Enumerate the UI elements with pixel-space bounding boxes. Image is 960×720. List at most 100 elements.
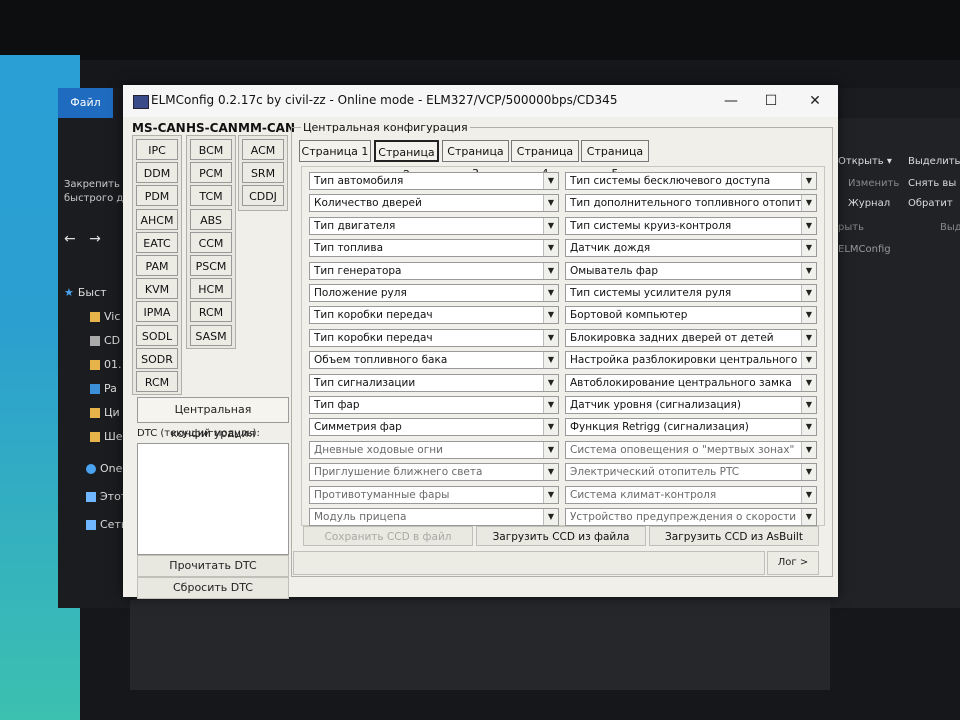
config-select[interactable]: Автоблокирование центрального замка ▼ <box>565 373 817 392</box>
config-select[interactable]: Датчик дождя ▼ <box>565 239 817 258</box>
module-button-kvm[interactable]: KVM <box>136 278 178 300</box>
config-select[interactable]: Настройка разблокировки центрального зам… <box>565 351 817 370</box>
config-select[interactable]: Объем топливного бака ▼ <box>309 351 559 370</box>
load-ccd-asbuilt-button[interactable]: Загрузить CCD из AsBuilt <box>649 526 819 546</box>
config-select[interactable]: Приглушение ближнего света ▼ <box>309 463 559 482</box>
config-select[interactable]: Тип коробки передач ▼ <box>309 328 559 347</box>
tab-page-3[interactable]: Страница 3 <box>442 140 509 180</box>
config-select[interactable]: Положение руля ▼ <box>309 284 559 302</box>
module-button-ccm[interactable]: CCM <box>190 231 232 253</box>
chevron-down-icon[interactable]: ▼ <box>543 307 558 324</box>
config-select[interactable]: Функция Retrigg (сигнализация) ▼ <box>565 418 817 437</box>
load-ccd-file-button[interactable]: Загрузить CCD из файла <box>476 526 646 546</box>
chevron-down-icon[interactable]: ▼ <box>801 285 816 301</box>
config-select[interactable]: Тип дополнительного топливного отопителя… <box>565 194 817 213</box>
explorer-file-tab[interactable]: Файл <box>58 88 113 118</box>
module-button-eatc[interactable]: EATC <box>136 231 178 253</box>
config-select[interactable]: Количество дверей ▼ <box>309 194 559 213</box>
module-button-rcm[interactable]: RCM <box>136 371 178 392</box>
module-button-bcm[interactable]: BCM <box>190 139 232 160</box>
module-button-ipma[interactable]: IPMA <box>136 301 178 323</box>
chevron-down-icon[interactable]: ▼ <box>543 195 558 212</box>
module-button-pam[interactable]: PAM <box>136 255 178 276</box>
config-select[interactable]: Тип автомобиля ▼ <box>309 172 559 190</box>
module-button-sodr[interactable]: SODR <box>136 347 178 369</box>
config-select[interactable]: Устройство предупреждения о скорости ▼ <box>565 508 817 526</box>
module-button-pcm[interactable]: PCM <box>190 162 232 184</box>
close-button[interactable]: ✕ <box>795 89 835 113</box>
tab-page-2[interactable]: Страница 2 <box>374 140 439 181</box>
maximize-button[interactable]: ☐ <box>751 89 791 113</box>
config-select[interactable]: Симметрия фар ▼ <box>309 418 559 437</box>
chevron-down-icon[interactable]: ▼ <box>543 441 558 458</box>
edit-button[interactable]: Изменить <box>848 178 899 189</box>
config-select[interactable]: Противотуманные фары ▼ <box>309 485 559 504</box>
module-button-abs[interactable]: ABS <box>190 208 232 230</box>
tab-page-5[interactable]: Страница 5 <box>581 140 649 180</box>
config-select[interactable]: Система оповещения о "мертвых зонах" ▼ <box>565 440 817 459</box>
module-button-tcm[interactable]: TCM <box>190 185 232 207</box>
config-select[interactable]: Тип двигателя ▼ <box>309 216 559 235</box>
chevron-down-icon[interactable]: ▼ <box>801 173 816 189</box>
chevron-down-icon[interactable]: ▼ <box>543 486 558 503</box>
config-select[interactable]: Омыватель фар ▼ <box>565 261 817 280</box>
chevron-down-icon[interactable]: ▼ <box>543 464 558 481</box>
config-select[interactable]: Дневные ходовые огни ▼ <box>309 440 559 459</box>
minimize-button[interactable]: — <box>711 89 751 113</box>
invert-selection-button[interactable]: Обратит <box>908 198 953 209</box>
chevron-down-icon[interactable]: ▼ <box>543 285 558 301</box>
chevron-down-icon[interactable]: ▼ <box>543 352 558 369</box>
tab-page-4[interactable]: Страница 4 <box>511 140 579 180</box>
clear-dtc-button[interactable]: Сбросить DTC <box>137 577 289 599</box>
tab-page-1[interactable]: Страница 1 <box>299 140 371 162</box>
chevron-down-icon[interactable]: ▼ <box>801 397 816 413</box>
read-dtc-button[interactable]: Прочитать DTC <box>137 555 289 577</box>
module-button-pdm[interactable]: PDM <box>136 185 178 207</box>
config-select[interactable]: Блокировка задних дверей от детей ▼ <box>565 328 817 347</box>
chevron-down-icon[interactable]: ▼ <box>801 217 816 234</box>
module-button-ipc[interactable]: IPC <box>136 139 178 160</box>
chevron-down-icon[interactable]: ▼ <box>543 240 558 257</box>
chevron-down-icon[interactable]: ▼ <box>543 509 558 525</box>
chevron-down-icon[interactable]: ▼ <box>801 262 816 279</box>
config-select[interactable]: Тип фар ▼ <box>309 396 559 414</box>
config-select[interactable]: Тип топлива ▼ <box>309 239 559 258</box>
module-button-sodl[interactable]: SODL <box>136 324 178 346</box>
chevron-down-icon[interactable]: ▼ <box>543 173 558 189</box>
chevron-down-icon[interactable]: ▼ <box>543 329 558 346</box>
config-select[interactable]: Бортовой компьютер ▼ <box>565 306 817 325</box>
module-button-ddm[interactable]: DDM <box>136 162 178 184</box>
config-select[interactable]: Электрический отопитель PTC ▼ <box>565 463 817 482</box>
module-button-sasm[interactable]: SASM <box>190 324 232 346</box>
chevron-down-icon[interactable]: ▼ <box>801 195 816 212</box>
chevron-down-icon[interactable]: ▼ <box>801 374 816 391</box>
log-button[interactable]: Лог > <box>767 551 819 575</box>
history-button[interactable]: Журнал <box>848 198 890 209</box>
module-button-acm[interactable]: ACM <box>242 139 284 160</box>
chevron-down-icon[interactable]: ▼ <box>801 419 816 436</box>
chevron-down-icon[interactable]: ▼ <box>801 486 816 503</box>
chevron-down-icon[interactable]: ▼ <box>801 240 816 257</box>
select-all-button[interactable]: Выделить <box>908 156 960 167</box>
config-select[interactable]: Тип коробки передач ▼ <box>309 306 559 325</box>
nav-item-quick-access[interactable]: ★ Быст <box>64 284 130 302</box>
deselect-button[interactable]: Снять вы <box>908 178 956 189</box>
module-button-srm[interactable]: SRM <box>242 162 284 184</box>
config-select[interactable]: Тип сигнализации ▼ <box>309 373 559 392</box>
config-select[interactable]: Тип системы усилителя руля ▼ <box>565 284 817 302</box>
config-select[interactable]: Система климат-контроля ▼ <box>565 485 817 504</box>
module-button-hcm[interactable]: HCM <box>190 278 232 300</box>
module-button-rcm[interactable]: RCM <box>190 301 232 323</box>
chevron-down-icon[interactable]: ▼ <box>801 509 816 525</box>
chevron-down-icon[interactable]: ▼ <box>543 397 558 413</box>
chevron-down-icon[interactable]: ▼ <box>543 419 558 436</box>
chevron-down-icon[interactable]: ▼ <box>543 262 558 279</box>
chevron-down-icon[interactable]: ▼ <box>543 374 558 391</box>
config-select[interactable]: Модуль прицепа ▼ <box>309 508 559 526</box>
chevron-down-icon[interactable]: ▼ <box>801 329 816 346</box>
config-select[interactable]: Датчик уровня (сигнализация) ▼ <box>565 396 817 414</box>
module-button-ahcm[interactable]: AHCM <box>136 208 178 230</box>
central-config-button[interactable]: Центральная конфигурация <box>137 397 289 440</box>
dtc-list[interactable] <box>137 443 289 555</box>
module-button-pscm[interactable]: PSCM <box>190 255 232 276</box>
